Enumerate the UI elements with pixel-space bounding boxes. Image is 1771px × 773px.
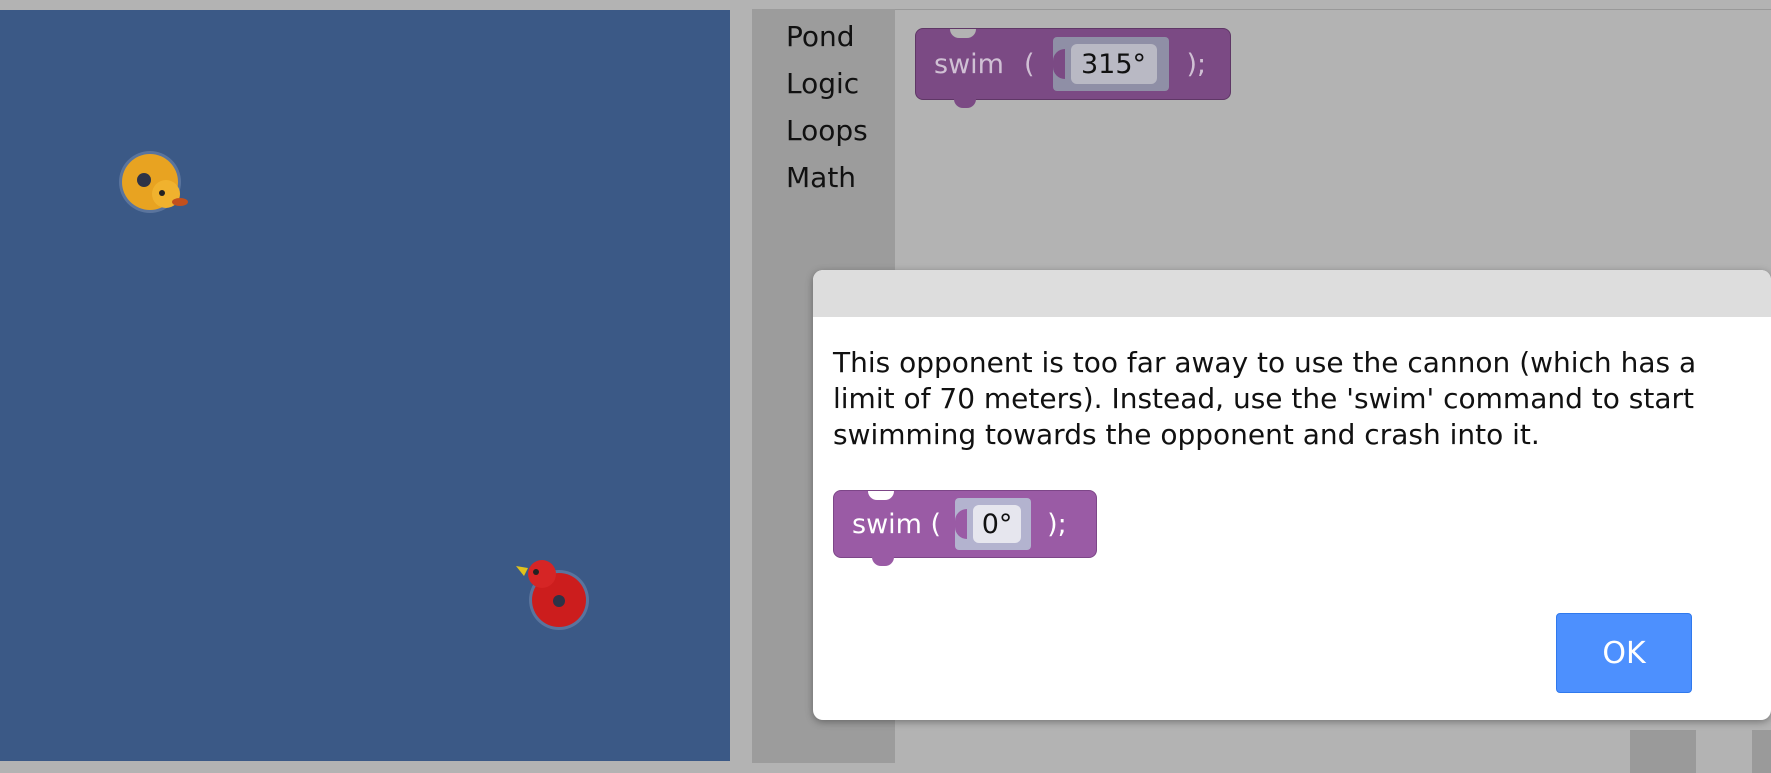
block-tab — [872, 557, 894, 566]
example-block-suffix: ); — [1047, 508, 1067, 540]
block-notch — [868, 491, 894, 500]
example-swim-block: swim ( 0° ); — [833, 490, 1097, 566]
toolbox-category-logic[interactable]: Logic — [786, 67, 859, 100]
help-dialog: This opponent is too far away to use the… — [813, 270, 1771, 720]
horizontal-scrollbar-handle[interactable] — [1630, 730, 1696, 773]
angle-input-slot: 0° — [955, 498, 1032, 550]
angle-field[interactable]: 315° — [1070, 44, 1157, 84]
input-socket — [1052, 49, 1065, 79]
toolbox-category-math[interactable]: Math — [786, 161, 856, 194]
yellow-duck-icon — [119, 151, 188, 213]
toolbox-category-pond[interactable]: Pond — [786, 20, 855, 53]
dialog-message: This opponent is too far away to use the… — [833, 346, 1697, 451]
pond-canvas — [0, 10, 730, 761]
angle-input-slot: 315° — [1052, 37, 1169, 91]
input-socket — [955, 509, 968, 539]
ok-button[interactable]: OK — [1556, 613, 1692, 693]
block-notch — [950, 29, 976, 38]
red-duck-icon — [516, 560, 589, 630]
swim-block-open-paren: ( — [1023, 48, 1035, 80]
vertical-scrollbar-handle[interactable] — [1752, 730, 1771, 773]
example-block-label: swim ( — [852, 508, 942, 540]
dialog-titlebar[interactable] — [813, 270, 1771, 317]
block-tab — [954, 99, 976, 108]
swim-block-suffix: ); — [1186, 48, 1207, 80]
example-angle-field: 0° — [973, 505, 1022, 543]
toolbox-category-loops[interactable]: Loops — [786, 114, 868, 147]
swim-block-label: swim — [934, 48, 1004, 80]
swim-block[interactable]: swim ( 315° ); — [915, 28, 1231, 108]
